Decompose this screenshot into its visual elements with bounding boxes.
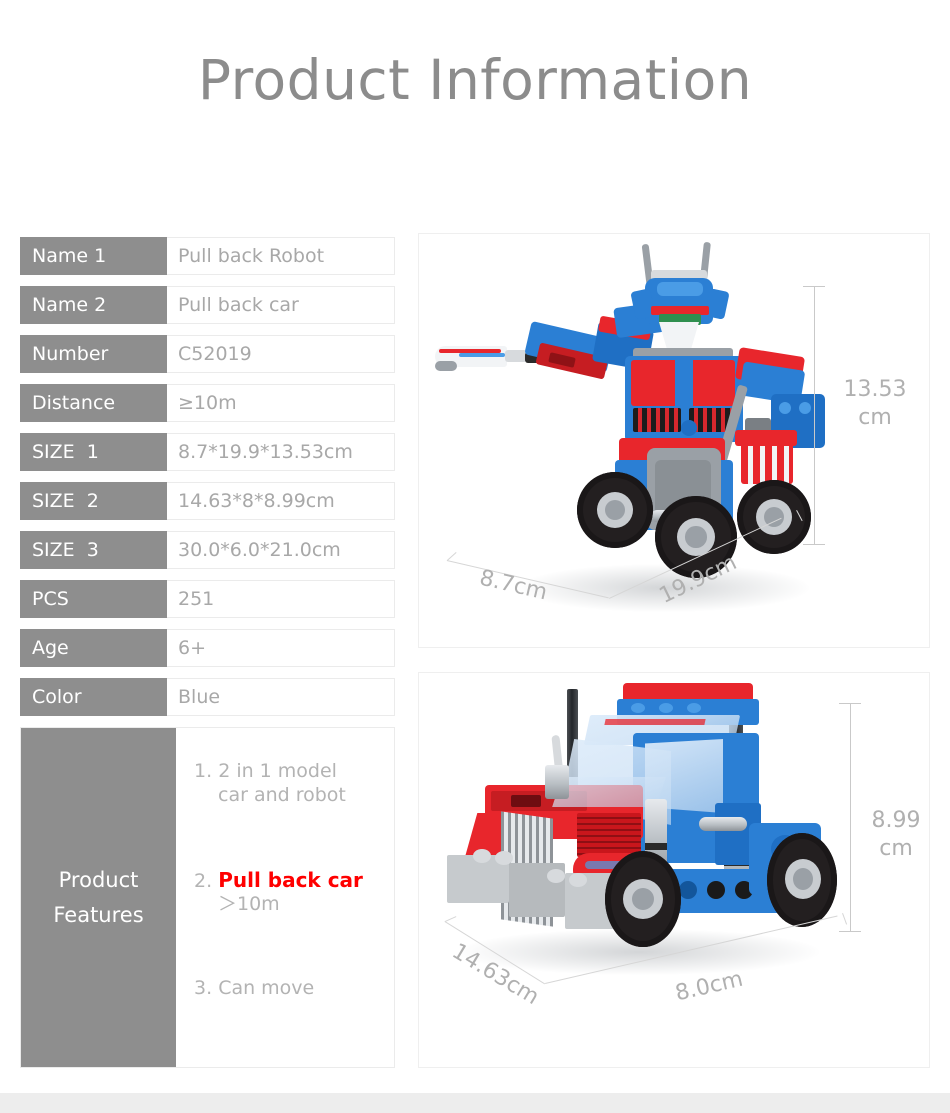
chassis-hole-2 [707, 881, 725, 899]
truck-photo-panel: 8.99 cm 14.63cm 8.0cm [418, 672, 930, 1068]
width-dim-tick [445, 916, 457, 922]
height-dim-cap-bottom [839, 931, 861, 932]
forearm-right-stud-2 [799, 402, 811, 414]
product-information-page: Product Information Name 1 Pull back Rob… [0, 0, 950, 1113]
wheel-rear-left-hub [597, 492, 633, 528]
robot-illustration: 13.53 cm 8.7cm 19.9cm [419, 234, 929, 647]
table-row: Name 1 Pull back Robot [20, 237, 395, 275]
spec-label: Number [20, 335, 167, 373]
radiator-grille-red [577, 813, 641, 857]
list-item: 1. 2 in 1 model car and robot [194, 760, 386, 808]
width-dim-tick [447, 551, 457, 561]
spec-label: Name 1 [20, 237, 167, 275]
chest-vent-left [633, 408, 681, 432]
height-dim-line [814, 286, 815, 544]
product-features-label: Product Features [21, 728, 176, 1067]
spec-value: 6+ [167, 629, 395, 667]
spec-value: 8.7*19.9*13.53cm [167, 433, 395, 471]
spec-label: Distance [20, 384, 167, 422]
robot-photo-panel: 13.53 cm 8.7cm 19.9cm [418, 233, 930, 648]
spec-value: ≥10m [167, 384, 395, 422]
roof-stud-3 [687, 703, 701, 713]
spec-value: 30.0*6.0*21.0cm [167, 531, 395, 569]
spec-value: Pull back Robot [167, 237, 395, 275]
table-row: Number C52019 [20, 335, 395, 373]
visor-stripe [604, 719, 706, 725]
robot-height-label: 13.53 cm [843, 377, 907, 430]
footer-band [0, 1093, 950, 1113]
headlight-3 [547, 869, 565, 883]
spec-label: SIZE 2 [20, 482, 167, 520]
spec-label: SIZE 3 [20, 531, 167, 569]
truck-height-label: 8.99 cm [871, 808, 921, 861]
forearm-right-stud-1 [779, 402, 791, 414]
height-dim-cap-bottom [803, 544, 825, 545]
table-row: SIZE 1 8.7*19.9*13.53cm [20, 433, 395, 471]
table-row: Age 6+ [20, 629, 395, 667]
list-item: 2. Pull back car ＞10m [194, 868, 386, 918]
chest-center-strip [675, 360, 693, 406]
truck-illustration: 8.99 cm 14.63cm 8.0cm [419, 673, 929, 1067]
headlight-1 [473, 849, 491, 863]
spec-value: 251 [167, 580, 395, 618]
table-row: SIZE 3 30.0*6.0*21.0cm [20, 531, 395, 569]
blaster-muzzle [435, 361, 457, 371]
spec-label: Color [20, 678, 167, 716]
robot-width-label: 8.7cm [477, 565, 550, 606]
wheel-front-hub [623, 879, 663, 919]
torso-stud [681, 420, 697, 436]
front-axle-chrome [699, 817, 747, 831]
spec-label: Age [20, 629, 167, 667]
features-label-line1: Product [58, 867, 139, 892]
table-row: Name 2 Pull back car [20, 286, 395, 324]
headlight-4 [569, 873, 587, 887]
spec-label: Name 2 [20, 286, 167, 324]
feature-number: 2. [194, 869, 213, 892]
chassis-hole-1 [679, 881, 697, 899]
head-highlight [657, 282, 703, 296]
side-block-top-red [735, 430, 797, 446]
table-row: Distance ≥10m [20, 384, 395, 422]
specification-table: Name 1 Pull back Robot Name 2 Pull back … [20, 237, 395, 727]
page-title: Product Information [197, 48, 753, 112]
wheel-rear-hub [785, 859, 821, 899]
table-row: SIZE 2 14.63*8*8.99cm [20, 482, 395, 520]
air-cleaner-left [545, 765, 569, 799]
feature-number: 3. [194, 977, 213, 999]
spec-value: C52019 [167, 335, 395, 373]
blaster-stripe-blue [459, 353, 505, 357]
head-ear-right [704, 288, 730, 320]
feature-text: Can move [218, 977, 315, 999]
wheel-front-right-hub [756, 499, 792, 535]
depth-dim-tick [842, 913, 848, 925]
feature-text-2: ＞10m [218, 893, 280, 916]
spec-value: 14.63*8*8.99cm [167, 482, 395, 520]
blaster-connector [505, 350, 527, 362]
feature-number: 1. [194, 760, 213, 782]
roof-stud-2 [659, 703, 673, 713]
feature-text: 2 in 1 model [218, 760, 337, 782]
headlight-2 [495, 851, 513, 865]
roof-stud-1 [631, 703, 645, 713]
hood-emblem [511, 795, 541, 807]
features-label-line2: Features [53, 902, 144, 927]
spec-label: PCS [20, 580, 167, 618]
side-stripe-block [741, 442, 793, 484]
feature-text-2: car and robot [218, 783, 346, 806]
air-cleaner-band [645, 843, 667, 850]
product-features-block: Product Features 1. 2 in 1 model car and… [20, 727, 395, 1068]
spec-value: Blue [167, 678, 395, 716]
list-item: 3. Can move [194, 977, 386, 1001]
height-dim-line [850, 703, 851, 931]
spec-label: SIZE 1 [20, 433, 167, 471]
table-row: Color Blue [20, 678, 395, 716]
feature-text-highlighted: Pull back car [218, 867, 363, 892]
product-features-list: 1. 2 in 1 model car and robot 2. Pull ba… [176, 728, 394, 1067]
table-row: PCS 251 [20, 580, 395, 618]
spec-value: Pull back car [167, 286, 395, 324]
